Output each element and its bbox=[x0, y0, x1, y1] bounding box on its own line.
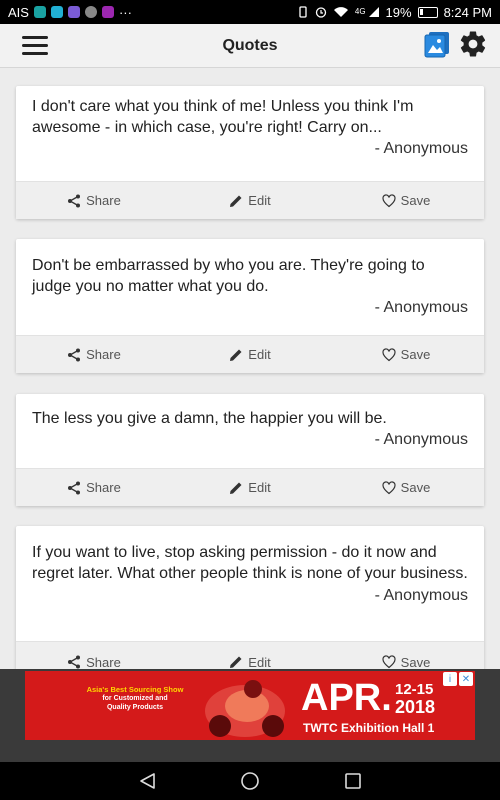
notification-app-icon bbox=[67, 6, 80, 18]
ad-dates: 12-15 bbox=[395, 681, 434, 698]
quote-actions: Share Edit Save bbox=[16, 641, 484, 669]
battery-percent: 19% bbox=[385, 4, 412, 20]
carrier-label: AIS bbox=[8, 4, 29, 20]
save-label: Save bbox=[400, 655, 431, 669]
share-label: Share bbox=[86, 193, 121, 208]
quote-card: Don't be embarrassed by who you are. The… bbox=[16, 239, 484, 373]
quote-card: If you want to live, stop asking permiss… bbox=[16, 526, 484, 669]
motorcycle-rider-graphic bbox=[205, 680, 285, 737]
share-button[interactable]: Share bbox=[16, 336, 172, 373]
ad-tagline-line: Asia's Best Sourcing Show bbox=[86, 685, 184, 694]
pencil-icon bbox=[230, 349, 242, 361]
vibrate-icon bbox=[299, 6, 307, 18]
quote-actions: Share Edit Save bbox=[16, 468, 484, 506]
save-button[interactable]: Save bbox=[328, 642, 484, 669]
edit-button[interactable]: Edit bbox=[172, 182, 328, 219]
quote-actions: Share Edit Save bbox=[16, 335, 484, 373]
wifi-icon bbox=[333, 7, 348, 17]
quote-text: The less you give a damn, the happier yo… bbox=[32, 410, 387, 427]
recents-square-icon[interactable] bbox=[343, 771, 363, 791]
ad-year: 2018 bbox=[395, 697, 436, 717]
heart-icon bbox=[382, 193, 396, 207]
save-button[interactable]: Save bbox=[328, 182, 484, 219]
share-button[interactable]: Share bbox=[16, 182, 172, 219]
edit-label: Edit bbox=[248, 655, 271, 669]
ad-month: APR. bbox=[301, 677, 392, 719]
share-label: Share bbox=[86, 347, 121, 362]
ad-close-icon[interactable]: ✕ bbox=[459, 672, 473, 686]
notification-app-icon bbox=[50, 6, 63, 18]
quote-actions: Share Edit Save bbox=[16, 181, 484, 219]
status-right: 4G 19% 8:24 PM bbox=[297, 5, 492, 20]
ad-banner[interactable]: Asia's Best Sourcing Show for Customized… bbox=[25, 671, 475, 740]
quote-text: Don't be embarrassed by who you are. The… bbox=[32, 257, 425, 295]
notification-app-icon bbox=[101, 6, 114, 18]
quote-text: If you want to live, stop asking permiss… bbox=[32, 544, 468, 582]
gallery-icon[interactable] bbox=[423, 30, 451, 58]
edit-label: Edit bbox=[248, 480, 271, 495]
share-label: Share bbox=[86, 480, 121, 495]
save-label: Save bbox=[400, 480, 431, 495]
home-circle-icon[interactable] bbox=[240, 771, 260, 791]
edit-button[interactable]: Edit bbox=[172, 469, 328, 506]
status-bar: AIS ··· 4G 19% 8:24 PM bbox=[0, 0, 500, 24]
clock: 8:24 PM bbox=[443, 4, 492, 20]
pencil-icon bbox=[230, 195, 242, 207]
gear-icon[interactable] bbox=[458, 29, 488, 59]
quote-card: The less you give a damn, the happier yo… bbox=[16, 394, 484, 506]
back-triangle-icon[interactable] bbox=[138, 771, 158, 791]
status-left: AIS ··· bbox=[8, 5, 132, 20]
heart-icon bbox=[382, 347, 396, 361]
ad-info-icon[interactable]: i bbox=[443, 672, 457, 686]
quote-author: - Anonymous bbox=[374, 587, 468, 604]
ad-tagline: Asia's Best Sourcing Show for Customized… bbox=[65, 685, 205, 712]
quote-author: - Anonymous bbox=[374, 431, 468, 448]
heart-icon bbox=[382, 480, 396, 494]
more-notifications-indicator: ··· bbox=[118, 4, 132, 20]
quote-author: - Anonymous bbox=[374, 140, 468, 157]
share-icon bbox=[68, 194, 81, 207]
share-label: Share bbox=[86, 655, 121, 669]
save-label: Save bbox=[400, 347, 431, 362]
quote-card: I don't care what you think of me! Unles… bbox=[16, 86, 484, 219]
share-button[interactable]: Share bbox=[16, 469, 172, 506]
ad-venue: TWTC Exhibition Hall 1 bbox=[303, 721, 435, 735]
ad-tagline-line: for Customized and bbox=[102, 695, 168, 702]
hamburger-menu-icon[interactable] bbox=[22, 36, 48, 56]
share-button[interactable]: Share bbox=[16, 642, 172, 669]
share-icon bbox=[68, 481, 81, 494]
signal-icon bbox=[368, 7, 379, 17]
quote-author: - Anonymous bbox=[374, 299, 468, 316]
save-button[interactable]: Save bbox=[328, 469, 484, 506]
edit-button[interactable]: Edit bbox=[172, 336, 328, 373]
heart-icon bbox=[382, 655, 396, 669]
network-type-label: 4G bbox=[354, 6, 366, 16]
share-icon bbox=[68, 655, 81, 669]
edit-button[interactable]: Edit bbox=[172, 642, 328, 669]
share-icon bbox=[68, 348, 81, 361]
pencil-icon bbox=[230, 656, 242, 668]
save-label: Save bbox=[400, 193, 431, 208]
navigation-bar bbox=[0, 762, 500, 800]
quotes-list[interactable]: I don't care what you think of me! Unles… bbox=[0, 69, 500, 669]
alarm-icon bbox=[315, 7, 327, 18]
save-button[interactable]: Save bbox=[328, 336, 484, 373]
notification-app-icon bbox=[84, 6, 97, 18]
pencil-icon bbox=[230, 482, 242, 494]
app-bar: Quotes bbox=[0, 24, 500, 68]
ad-tagline-line: Quality Products bbox=[106, 704, 163, 711]
ad-controls: i ✕ bbox=[443, 672, 473, 686]
battery-icon bbox=[417, 6, 438, 18]
notification-app-icon bbox=[33, 6, 46, 18]
quote-text: I don't care what you think of me! Unles… bbox=[32, 98, 414, 136]
edit-label: Edit bbox=[248, 347, 271, 362]
edit-label: Edit bbox=[248, 193, 271, 208]
